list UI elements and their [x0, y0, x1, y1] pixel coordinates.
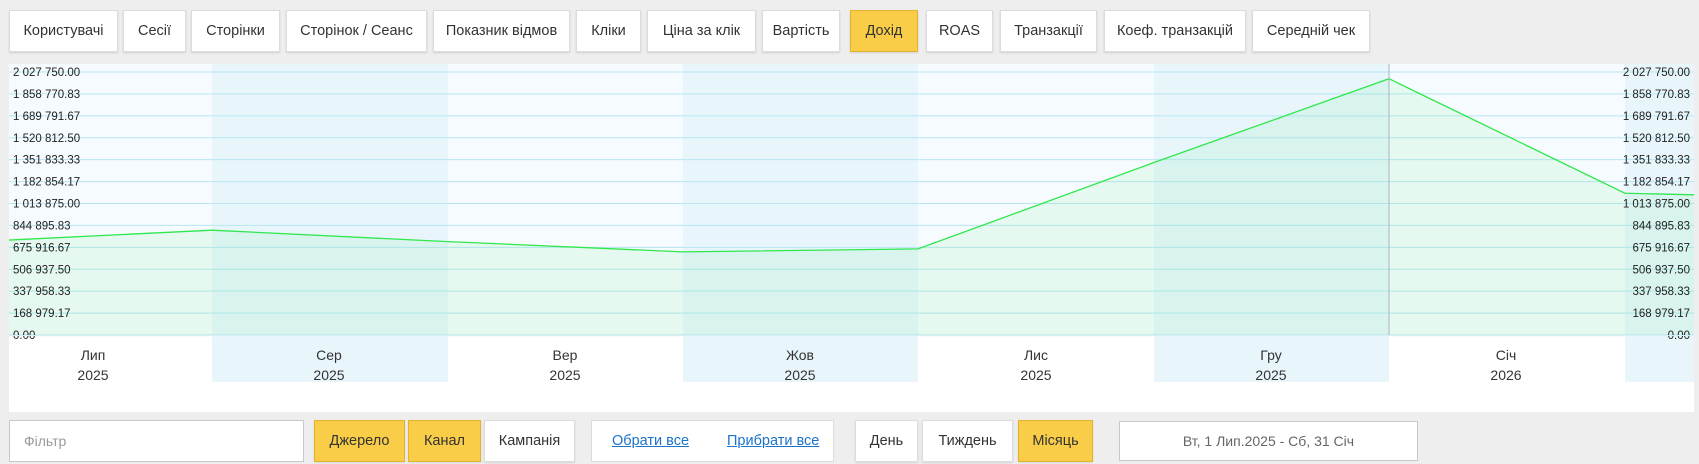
x-tick-month: Жов — [786, 347, 814, 363]
y-tick-label-right: 1 351 833.33 — [1623, 155, 1690, 167]
y-tick-label-left: 844 895.83 — [13, 220, 71, 232]
group-channel-button[interactable]: Канал — [408, 420, 481, 462]
period-day-button[interactable]: День — [855, 420, 918, 462]
y-tick-label-left: 1 013 875.00 — [13, 199, 80, 211]
y-tick-label-left: 675 916.67 — [13, 242, 71, 254]
y-tick-label-right: 506 937.50 — [1632, 264, 1690, 276]
y-tick-label-left: 1 520 812.50 — [13, 133, 80, 145]
tab-cost[interactable]: Вартість — [762, 10, 840, 52]
period-month-button[interactable]: Місяць — [1018, 420, 1093, 462]
y-tick-label-left: 1 182 854.17 — [13, 177, 80, 189]
metric-tabs: Користувачі Сесії Сторінки Сторінок / Се… — [0, 0, 1699, 62]
tab-transaction-rate[interactable]: Коеф. транзакцій — [1104, 10, 1246, 52]
y-tick-label-right: 1 689 791.67 — [1623, 111, 1690, 123]
y-tick-label-right: 1 858 770.83 — [1623, 89, 1690, 101]
x-tick-year: 2025 — [784, 367, 815, 383]
tab-clicks[interactable]: Кліки — [576, 10, 641, 52]
group-campaign-button[interactable]: Кампанія — [484, 420, 575, 462]
y-tick-label-left: 168 979.17 — [13, 308, 71, 320]
tab-users[interactable]: Користувачі — [9, 10, 118, 52]
y-tick-label-right: 1 520 812.50 — [1623, 133, 1690, 145]
filter-input[interactable] — [9, 420, 304, 462]
y-tick-label-right: 1 182 854.17 — [1623, 177, 1690, 189]
x-tick-year: 2025 — [1020, 367, 1051, 383]
date-range-picker[interactable]: Вт, 1 Лип.2025 - Сб, 31 Січ — [1119, 421, 1418, 461]
tab-transactions[interactable]: Транзакції — [1000, 10, 1097, 52]
tab-revenue[interactable]: Дохід — [850, 10, 918, 52]
x-tick-month: Вер — [553, 347, 578, 363]
revenue-chart: 2 027 750.00 2 027 750.00 1 858 770.83 1 85… — [9, 64, 1694, 412]
y-tick-label-right: 337 958.33 — [1632, 286, 1690, 298]
tab-sessions[interactable]: Сесії — [123, 10, 186, 52]
axis-label-band — [9, 337, 212, 382]
tab-cost-per-click[interactable]: Ціна за клік — [647, 10, 756, 52]
selection-links: Обрати все Прибрати все — [591, 420, 834, 462]
y-tick-label-right: 2 027 750.00 — [1623, 67, 1690, 79]
axis-label-band — [1625, 337, 1694, 382]
y-tick-label-left: 1 689 791.67 — [13, 111, 80, 123]
bottom-toolbar: Джерело Канал Кампанія Обрати все Прибра… — [0, 420, 1699, 464]
x-tick-month: Лип — [81, 347, 106, 363]
tab-average-check[interactable]: Середній чек — [1252, 10, 1370, 52]
y-tick-label-left: 1 858 770.83 — [13, 89, 80, 101]
group-source-button[interactable]: Джерело — [314, 420, 405, 462]
y-tick-label-left: 2 027 750.00 — [13, 67, 80, 79]
chart-canvas: 2 027 750.00 2 027 750.00 1 858 770.83 1 85… — [9, 64, 1694, 383]
y-tick-label-right: 168 979.17 — [1632, 308, 1690, 320]
x-tick-month: Сер — [316, 347, 342, 363]
tab-roas[interactable]: ROAS — [926, 10, 993, 52]
tab-bounce-rate[interactable]: Показник відмов — [433, 10, 570, 52]
x-tick-month: Лис — [1024, 347, 1048, 363]
x-tick-year: 2025 — [313, 367, 344, 383]
deselect-all-link[interactable]: Прибрати все — [727, 433, 819, 449]
x-tick-year: 2025 — [1255, 367, 1286, 383]
y-tick-label-left: 337 958.33 — [13, 286, 71, 298]
y-tick-label-right: 844 895.83 — [1632, 220, 1690, 232]
x-tick-year: 2025 — [77, 367, 108, 383]
y-tick-label-right: 675 916.67 — [1632, 242, 1690, 254]
x-tick-month: Січ — [1496, 347, 1517, 363]
x-tick-year: 2025 — [549, 367, 580, 383]
tab-pages[interactable]: Сторінки — [191, 10, 280, 52]
y-tick-label-left: 506 937.50 — [13, 264, 71, 276]
period-week-button[interactable]: Тиждень — [922, 420, 1013, 462]
y-tick-label-right: 1 013 875.00 — [1623, 199, 1690, 211]
y-tick-label-left: 1 351 833.33 — [13, 155, 80, 167]
x-tick-month: Гру — [1260, 347, 1281, 363]
select-all-link[interactable]: Обрати все — [612, 433, 689, 449]
tab-pages-per-session[interactable]: Сторінок / Сеанс — [286, 10, 427, 52]
x-tick-year: 2026 — [1490, 367, 1521, 383]
